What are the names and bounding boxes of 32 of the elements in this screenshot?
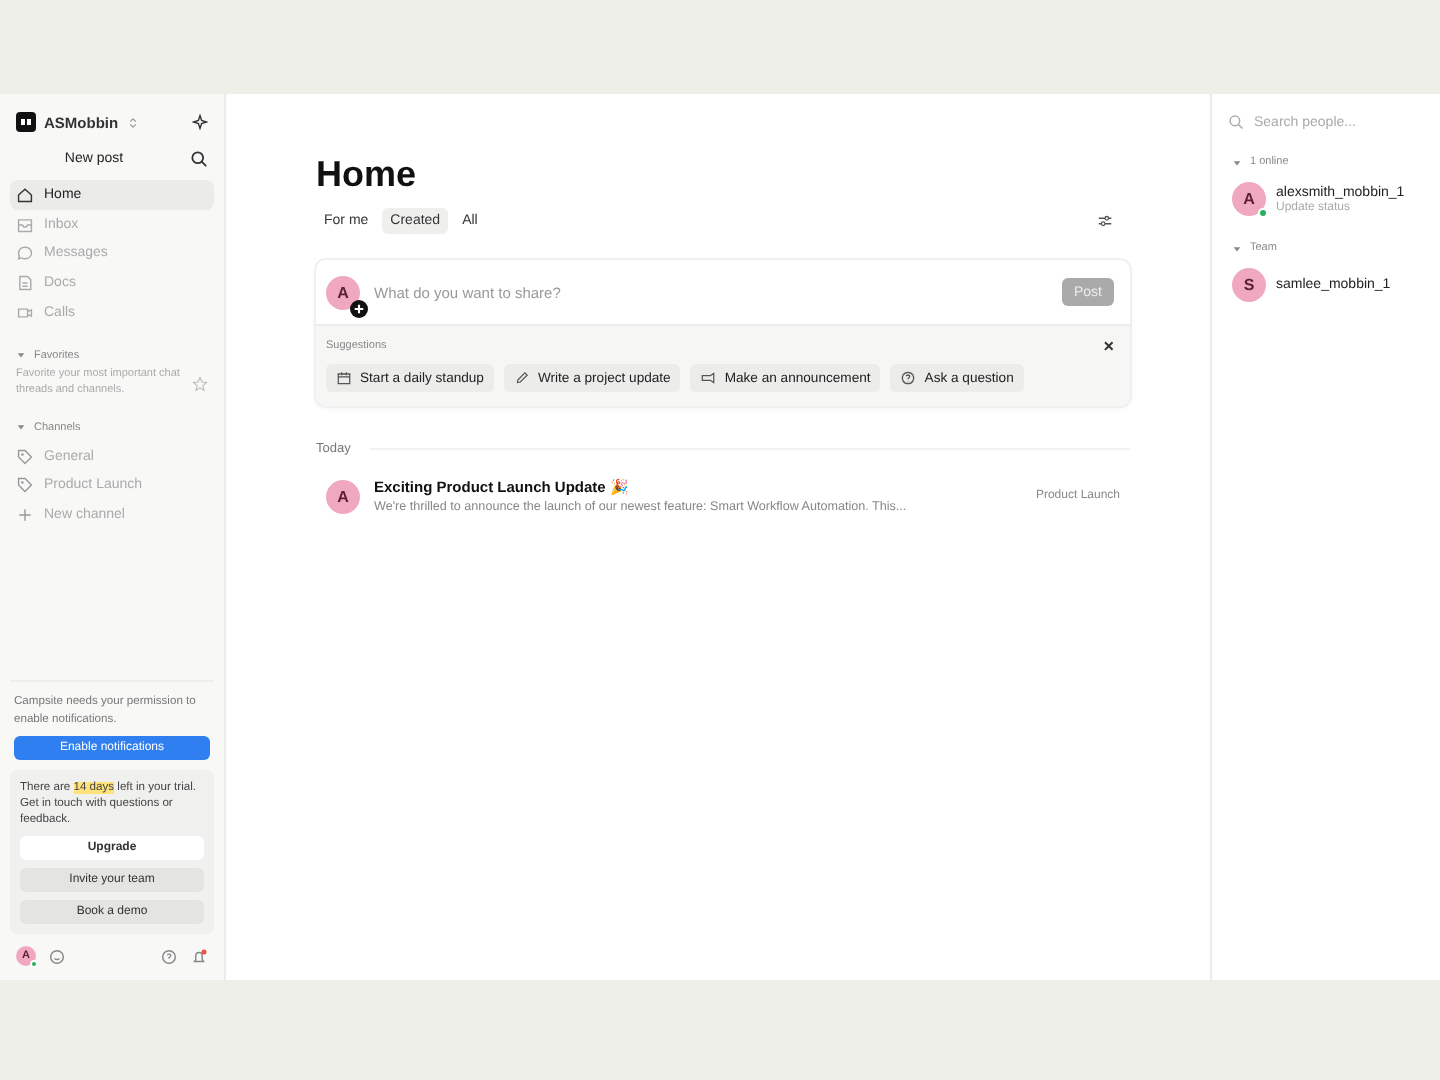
caret-icon[interactable] [1232,243,1242,253]
caret-icon[interactable] [16,350,26,361]
sparkle-icon[interactable] [192,114,208,130]
star-icon [192,375,208,392]
nav-icon [16,185,34,204]
chip-icon [336,370,352,386]
search-icon[interactable] [190,149,208,167]
caret-icon[interactable] [1232,157,1242,167]
emoji-icon[interactable] [48,947,66,965]
page-title: Home [316,154,419,196]
author-avatar: A [326,479,360,513]
workspace-logo [16,112,36,132]
nav-icon [16,244,34,263]
plus-icon [16,506,34,525]
search-icon [1228,114,1244,130]
tag-icon [16,447,34,466]
chip-icon [900,370,917,386]
chip-icon [513,370,530,386]
caret-icon[interactable] [16,422,26,433]
close-button[interactable]: × [1103,336,1114,356]
add-icon[interactable] [350,299,368,317]
nav-icon [16,215,34,234]
help-icon[interactable] [160,947,178,965]
nav-icon [16,303,34,322]
tag-icon [16,476,34,495]
filter-icon[interactable] [1096,212,1114,230]
chevron-updown-icon[interactable] [126,115,141,129]
member-avatar: S [1232,268,1266,302]
bell-icon[interactable] [190,947,208,965]
nav-icon [16,274,34,293]
member-avatar: A [1232,182,1266,216]
chip-icon [700,370,717,386]
